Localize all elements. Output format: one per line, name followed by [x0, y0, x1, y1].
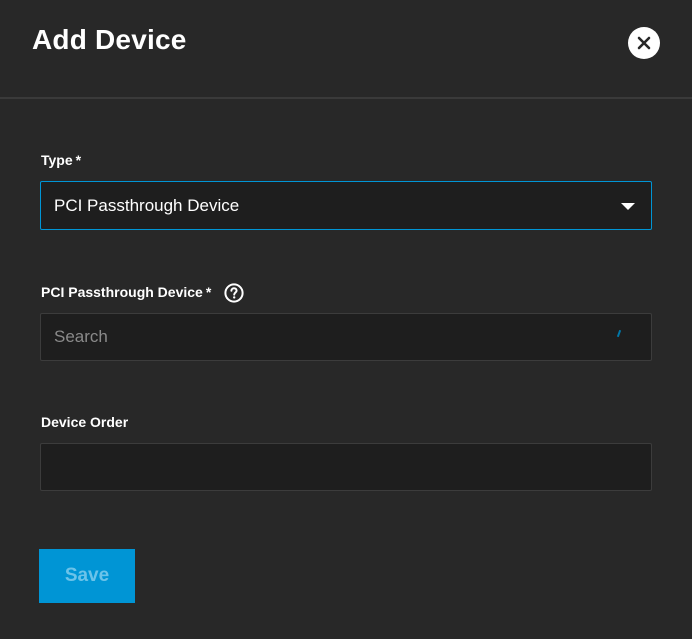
add-device-dialog: Add Device Type * PCI Passthrough Device … [0, 0, 692, 639]
pci-device-label-text: PCI Passthrough Device [41, 284, 203, 300]
pci-device-required-mark: * [205, 284, 212, 300]
device-order-label-text: Device Order [41, 414, 129, 430]
close-button[interactable] [628, 27, 660, 59]
help-circle-icon[interactable] [224, 283, 244, 303]
device-order-label: Device Order [41, 414, 128, 430]
dialog-title: Add Device [32, 24, 187, 55]
type-required-mark: * [75, 152, 82, 168]
pci-device-label: PCI Passthrough Device * [41, 284, 211, 300]
save-button[interactable]: Save [39, 549, 135, 603]
type-label: Type * [41, 152, 81, 168]
type-label-text: Type [41, 152, 73, 168]
dropdown-arrow-icon [621, 203, 635, 210]
pci-device-search-input[interactable] [40, 313, 652, 361]
close-icon [637, 36, 651, 50]
device-order-input[interactable] [40, 443, 652, 491]
type-select-value: PCI Passthrough Device [54, 196, 240, 215]
type-select[interactable]: PCI Passthrough Device [40, 181, 652, 230]
dialog-header: Add Device [0, 0, 692, 99]
